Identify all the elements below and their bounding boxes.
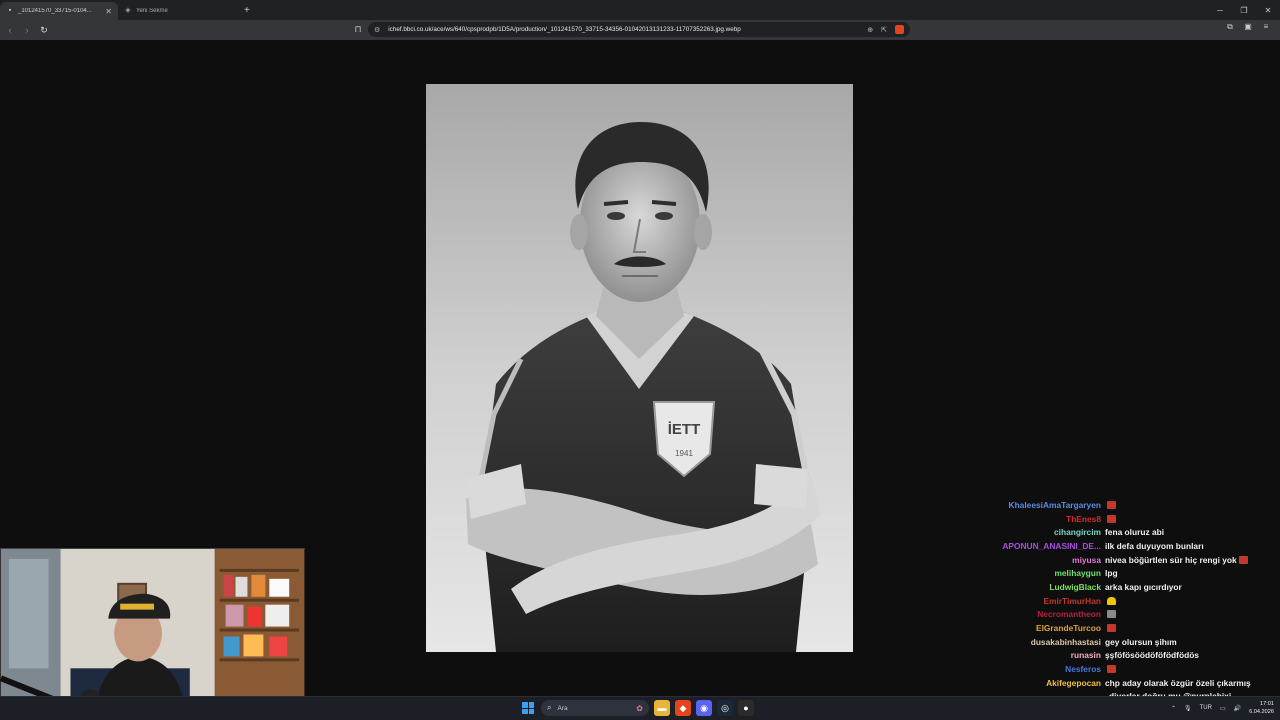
chat-text: fena oluruz abi bbox=[1105, 527, 1165, 538]
chat-username[interactable]: Necromantheon bbox=[960, 609, 1105, 619]
chat-username[interactable]: EmirTimurHan bbox=[960, 596, 1105, 606]
maximize-icon[interactable]: ❐ bbox=[1232, 0, 1256, 20]
chat-emote-icon bbox=[1107, 500, 1116, 509]
taskbar-search[interactable]: ⌕ Ara ✿ bbox=[541, 700, 649, 716]
chat-text: lpg bbox=[1105, 568, 1118, 579]
chat-message: miyusa nivea böğürtlen sür hiç rengi yok bbox=[960, 553, 1275, 567]
close-tab-icon[interactable]: ✕ bbox=[105, 7, 112, 16]
chat-message: LudwigBlack arka kapı gıcırdıyor bbox=[960, 580, 1275, 594]
chat-emote-icon bbox=[1107, 665, 1116, 674]
displayed-photo: İETT 1941 bbox=[426, 84, 853, 652]
chat-emote-icon bbox=[1238, 555, 1248, 564]
chat-text: nivea böğürtlen sür hiç rengi yok bbox=[1105, 554, 1237, 565]
chat-message: Necromantheon bbox=[960, 608, 1275, 622]
address-bar[interactable]: ⚙ ichef.bbci.co.uk/ace/ws/640/cpsprodpb/… bbox=[368, 22, 910, 37]
back-arrow-icon[interactable]: ‹ bbox=[3, 22, 17, 38]
chat-text: şşföfösöödöföfödfödös bbox=[1105, 650, 1199, 661]
clock[interactable]: 17:01 6.04.2026 bbox=[1249, 700, 1274, 716]
windows-start-icon[interactable] bbox=[520, 700, 536, 716]
clock-date: 6.04.2026 bbox=[1249, 709, 1274, 715]
chat-username[interactable]: Akifegepocan bbox=[960, 678, 1105, 688]
brave-shields-icon[interactable] bbox=[895, 25, 904, 34]
tab-active[interactable]: ▪ _101241570_33715-0104... ✕ bbox=[0, 2, 118, 20]
chat-username[interactable]: cihangircim bbox=[960, 527, 1105, 537]
chat-message: dusakabinhastasi gey olursun şihım bbox=[960, 635, 1275, 649]
chat-username[interactable]: KhaleesiAmaTargaryen bbox=[960, 500, 1105, 510]
zoom-icon[interactable]: ⊕ bbox=[867, 26, 873, 34]
network-icon[interactable]: ▭ bbox=[1220, 705, 1226, 712]
chat-message: melihaygun lpg bbox=[960, 566, 1275, 580]
chat-message: Akifegepocan chp aday olarak özgür özeli … bbox=[960, 676, 1275, 690]
brave-shield-icon: ◈ bbox=[125, 7, 131, 14]
chat-message: runasin şşföfösöödöföfödfödös bbox=[960, 649, 1275, 663]
chat-username[interactable]: ElGrandeTurcoo bbox=[960, 623, 1105, 633]
microphone-icon[interactable]: 🎙 bbox=[1184, 705, 1192, 712]
search-placeholder: Ara bbox=[557, 704, 568, 712]
chat-username[interactable]: LudwigBlack bbox=[960, 582, 1105, 592]
system-tray: ⌃ 🎙 TUR ▭ 🔊 17:01 6.04.2026 bbox=[1171, 700, 1274, 716]
chat-username[interactable]: APONUN_ANASINI_DE... bbox=[960, 541, 1105, 551]
chat-text: gey olursun şihım bbox=[1105, 636, 1177, 647]
chat-emote-icon bbox=[1107, 596, 1116, 605]
chat-username[interactable]: melihaygun bbox=[960, 568, 1105, 578]
chat-emote-icon bbox=[1107, 624, 1116, 633]
crest-text: İETT bbox=[668, 421, 701, 438]
taskbar-apps: ⌕ Ara ✿ ▬ ◆ ◉ ◎ ● bbox=[520, 700, 754, 716]
tab-title: _101241570_33715-0104... bbox=[18, 8, 92, 14]
chat-emote-icon bbox=[1107, 610, 1116, 619]
chat-username[interactable]: runasin bbox=[960, 650, 1105, 660]
extensions-icon[interactable]: ⧉ bbox=[1224, 22, 1236, 32]
webcam-overlay bbox=[0, 548, 305, 720]
volume-icon[interactable]: 🔊 bbox=[1234, 705, 1241, 712]
tray-overflow-icon[interactable]: ⌃ bbox=[1171, 705, 1176, 712]
chat-username[interactable]: dusakabinhastasi bbox=[960, 637, 1105, 647]
wallet-icon[interactable]: ▣ bbox=[1242, 22, 1254, 32]
minimize-icon[interactable]: ─ bbox=[1208, 0, 1232, 20]
chat-username[interactable]: Nesferos bbox=[960, 664, 1105, 674]
chat-username[interactable]: miyusa bbox=[960, 555, 1105, 565]
obs-icon[interactable]: ● bbox=[738, 700, 754, 716]
clock-time: 17:01 bbox=[1260, 701, 1274, 707]
chat-message: EmirTimurHan bbox=[960, 594, 1275, 608]
reload-icon[interactable]: ↻ bbox=[37, 22, 51, 38]
bookmark-icon[interactable]: ⊓ bbox=[352, 22, 364, 36]
chat-message: APONUN_ANASINI_DE... ilk defa duyuyom bun… bbox=[960, 539, 1275, 553]
tab-title: Yeni Sekme bbox=[136, 8, 168, 14]
chat-message: Nesferos bbox=[960, 662, 1275, 676]
crest-year: 1941 bbox=[675, 449, 693, 458]
brave-browser-icon[interactable]: ◆ bbox=[675, 700, 691, 716]
portrait-svg: İETT 1941 bbox=[426, 84, 853, 652]
chat-emote-icon bbox=[1107, 514, 1116, 523]
tab-new-tab[interactable]: ◈ Yeni Sekme bbox=[118, 2, 238, 20]
share-icon[interactable]: ⇱ bbox=[881, 26, 887, 34]
chat-text: ilk defa duyuyom bunları bbox=[1105, 540, 1204, 551]
chat-username[interactable]: ThEnes8 bbox=[960, 514, 1105, 524]
discord-icon[interactable]: ◉ bbox=[696, 700, 712, 716]
chat-message: KhaleesiAmaTargaryen bbox=[960, 498, 1275, 512]
chat-message: cihangircim fena oluruz abi bbox=[960, 525, 1275, 539]
taskbar: ⌕ Ara ✿ ▬ ◆ ◉ ◎ ● ⌃ 🎙 TUR ▭ 🔊 17:01 6.04… bbox=[0, 696, 1280, 720]
webcam-svg bbox=[0, 549, 305, 720]
chat-message: ThEnes8 bbox=[960, 512, 1275, 526]
search-icon: ⌕ bbox=[547, 703, 552, 712]
chat-message: ElGrandeTurcoo bbox=[960, 621, 1275, 635]
file-explorer-icon[interactable]: ▬ bbox=[654, 700, 670, 716]
bookshelf bbox=[219, 568, 300, 662]
close-window-icon[interactable]: ✕ bbox=[1256, 0, 1280, 20]
chat-text: arka kapı gıcırdıyor bbox=[1105, 581, 1182, 592]
window-controls: ─ ❐ ✕ bbox=[1208, 0, 1280, 20]
search-highlight-icon: ✿ bbox=[636, 703, 643, 713]
image-file-icon: ▪ bbox=[8, 7, 12, 14]
url-text[interactable]: ichef.bbci.co.uk/ace/ws/640/cpsprodpb/1D… bbox=[388, 26, 859, 33]
new-tab-button[interactable]: + bbox=[244, 5, 250, 16]
forward-arrow-icon[interactable]: › bbox=[20, 22, 34, 38]
menu-icon[interactable]: ≡ bbox=[1260, 22, 1272, 32]
site-info-icon[interactable]: ⚙ bbox=[374, 26, 380, 34]
language-indicator[interactable]: TUR bbox=[1200, 705, 1212, 711]
stream-chat: KhaleesiAmaTargaryen ThEnes8 cihangircim fe… bbox=[960, 498, 1275, 696]
toolbar-right-tools: ⧉ ▣ ≡ bbox=[1224, 22, 1272, 32]
tab-bar: ▪ _101241570_33715-0104... ✕ ◈ Yeni Sekm… bbox=[0, 0, 1280, 20]
steam-icon[interactable]: ◎ bbox=[717, 700, 733, 716]
chat-text: chp aday olarak özgür özeli çıkarmış bbox=[1105, 677, 1251, 688]
